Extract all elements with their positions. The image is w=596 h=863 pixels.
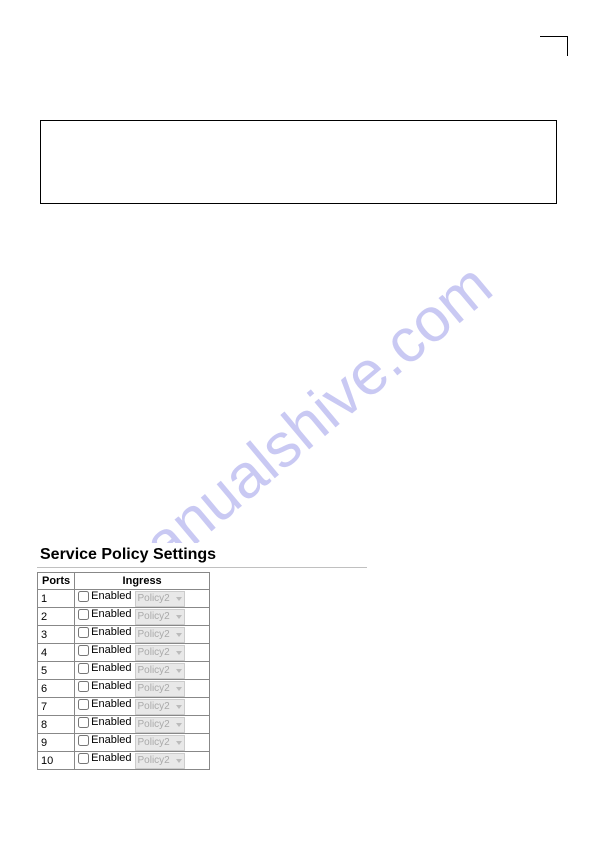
ingress-cell: Enabled Policy2: [75, 752, 210, 770]
enabled-checkbox[interactable]: [78, 609, 89, 620]
port-number: 8: [38, 716, 75, 734]
table-row: 7 Enabled Policy2: [38, 698, 210, 716]
enabled-checkbox[interactable]: [78, 735, 89, 746]
enabled-label: Enabled: [75, 590, 133, 602]
port-number: 7: [38, 698, 75, 716]
policy-dropdown[interactable]: Policy2: [135, 681, 185, 697]
table-row: 3 Enabled Policy2: [38, 626, 210, 644]
ports-table: Ports Ingress 1 Enabled Policy2 2 Enabled Pol…: [37, 572, 210, 770]
enabled-label: Enabled: [75, 626, 133, 638]
ingress-cell: Enabled Policy2: [75, 662, 210, 680]
policy-dropdown[interactable]: Policy2: [135, 645, 185, 661]
enabled-text: Enabled: [91, 698, 131, 710]
policy-dropdown[interactable]: Policy2: [135, 663, 185, 679]
table-row: 4 Enabled Policy2: [38, 644, 210, 662]
enabled-text: Enabled: [91, 590, 131, 602]
ingress-cell: Enabled Policy2: [75, 698, 210, 716]
policy-dropdown[interactable]: Policy2: [135, 609, 185, 625]
table-header-row: Ports Ingress: [38, 573, 210, 590]
enabled-text: Enabled: [91, 680, 131, 692]
policy-dropdown[interactable]: Policy2: [135, 699, 185, 715]
page-corner-mark: [540, 36, 568, 56]
enabled-text: Enabled: [91, 608, 131, 620]
enabled-checkbox[interactable]: [78, 699, 89, 710]
service-policy-panel: Service Policy Settings Ports Ingress 1E…: [37, 543, 367, 770]
ingress-cell: Enabled Policy2: [75, 590, 210, 608]
policy-dropdown[interactable]: Policy2: [135, 591, 185, 607]
policy-dropdown[interactable]: Policy2: [135, 627, 185, 643]
header-ingress: Ingress: [75, 573, 210, 590]
port-number: 1: [38, 590, 75, 608]
enabled-checkbox[interactable]: [78, 753, 89, 764]
policy-dropdown[interactable]: Policy2: [135, 735, 185, 751]
enabled-checkbox[interactable]: [78, 591, 89, 602]
ingress-cell: Enabled Policy2: [75, 608, 210, 626]
enabled-label: Enabled: [75, 680, 133, 692]
enabled-text: Enabled: [91, 734, 131, 746]
port-number: 2: [38, 608, 75, 626]
ingress-cell: Enabled Policy2: [75, 716, 210, 734]
port-number: 6: [38, 680, 75, 698]
enabled-checkbox[interactable]: [78, 627, 89, 638]
table-row: 8 Enabled Policy2: [38, 716, 210, 734]
enabled-checkbox[interactable]: [78, 645, 89, 656]
ingress-cell: Enabled Policy2: [75, 626, 210, 644]
enabled-checkbox[interactable]: [78, 663, 89, 674]
table-row: 6 Enabled Policy2: [38, 680, 210, 698]
table-row: 2 Enabled Policy2: [38, 608, 210, 626]
ingress-cell: Enabled Policy2: [75, 680, 210, 698]
port-number: 4: [38, 644, 75, 662]
enabled-label: Enabled: [75, 752, 133, 764]
enabled-checkbox[interactable]: [78, 681, 89, 692]
enabled-text: Enabled: [91, 662, 131, 674]
enabled-label: Enabled: [75, 716, 133, 728]
table-row: 10 Enabled Policy2: [38, 752, 210, 770]
ingress-cell: Enabled Policy2: [75, 644, 210, 662]
divider: [37, 567, 367, 568]
table-row: 5 Enabled Policy2: [38, 662, 210, 680]
enabled-label: Enabled: [75, 644, 133, 656]
empty-box: [40, 120, 557, 204]
table-row: 1 Enabled Policy2: [38, 590, 210, 608]
enabled-text: Enabled: [91, 644, 131, 656]
port-number: 9: [38, 734, 75, 752]
port-number: 10: [38, 752, 75, 770]
enabled-text: Enabled: [91, 752, 131, 764]
panel-title: Service Policy Settings: [37, 543, 367, 567]
enabled-label: Enabled: [75, 608, 133, 620]
port-number: 3: [38, 626, 75, 644]
enabled-label: Enabled: [75, 734, 133, 746]
enabled-label: Enabled: [75, 698, 133, 710]
enabled-label: Enabled: [75, 662, 133, 674]
enabled-text: Enabled: [91, 626, 131, 638]
policy-dropdown[interactable]: Policy2: [135, 753, 185, 769]
enabled-checkbox[interactable]: [78, 717, 89, 728]
header-ports: Ports: [38, 573, 75, 590]
policy-dropdown[interactable]: Policy2: [135, 717, 185, 733]
ingress-cell: Enabled Policy2: [75, 734, 210, 752]
table-row: 9 Enabled Policy2: [38, 734, 210, 752]
port-number: 5: [38, 662, 75, 680]
enabled-text: Enabled: [91, 716, 131, 728]
